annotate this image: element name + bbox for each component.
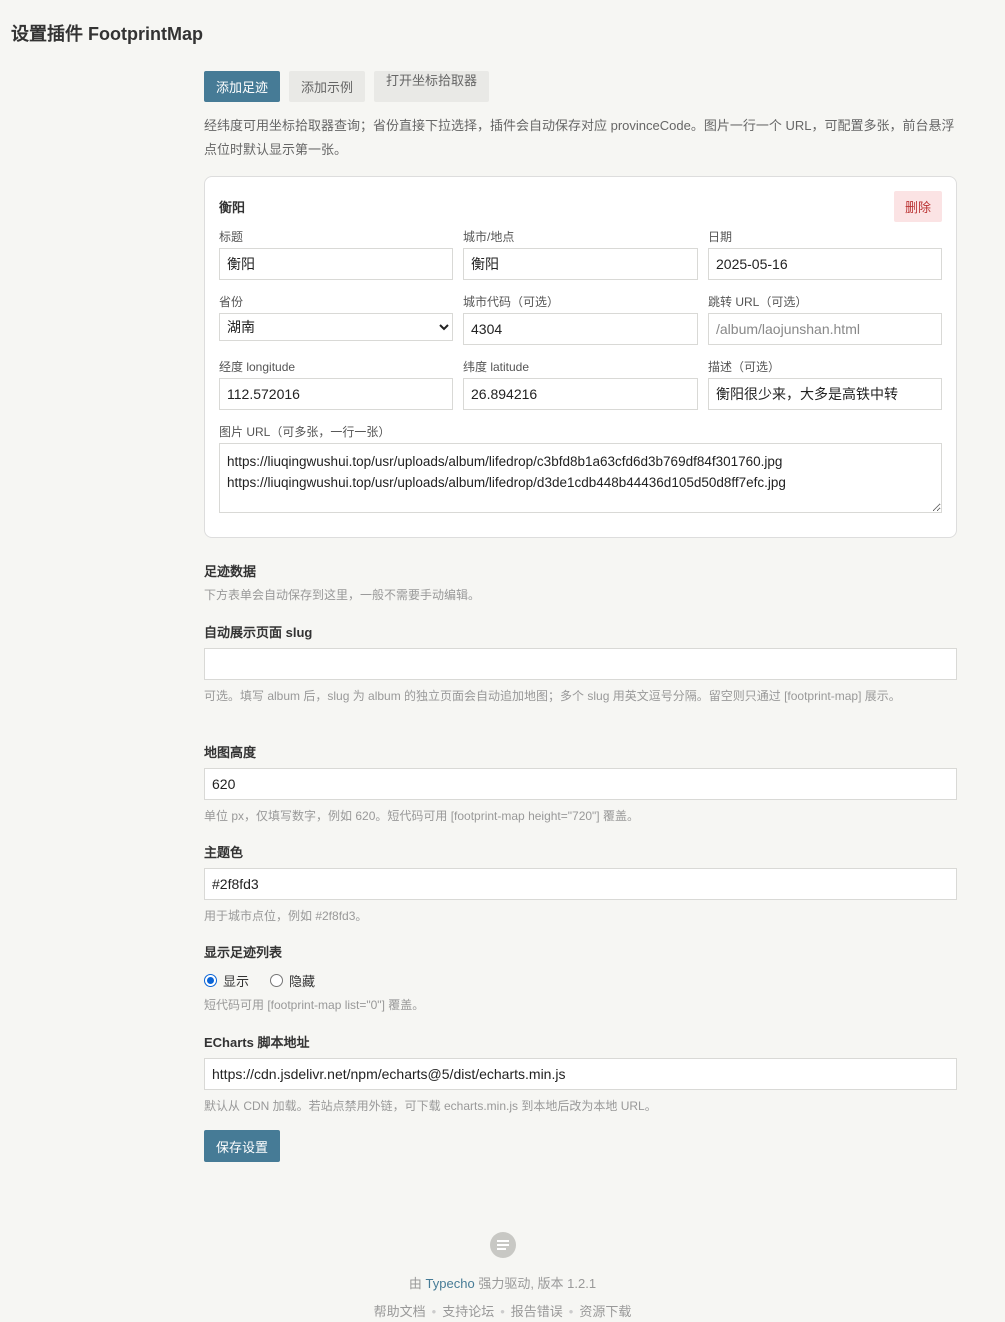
slug-desc: 可选。填写 album 后，slug 为 album 的独立页面会自动追加地图；… [204, 689, 901, 703]
longitude-label: 经度 longitude [219, 360, 296, 374]
footprint-data-desc: 下方表单会自动保存到这里，一般不需要手动编辑。 [204, 588, 481, 602]
echarts-desc: 默认从 CDN 加载。若站点禁用外链，可下载 echarts.min.js 到本… [204, 1099, 657, 1113]
date-input[interactable] [708, 248, 942, 280]
open-coordinate-picker-button[interactable]: 打开坐标拾取器 [374, 71, 490, 102]
footprint-card: 衡阳 删除 标题 城市/地点 日期 省份 湖南 城 [204, 176, 957, 538]
save-settings-button[interactable]: 保存设置 [204, 1130, 281, 1162]
images-label: 图片 URL（可多张，一行一张） [219, 425, 391, 439]
delete-footprint-button[interactable]: 删除 [893, 191, 942, 222]
city-code-input[interactable] [463, 313, 698, 345]
echarts-title: ECharts 脚本地址 [204, 1035, 310, 1050]
page-title: 设置插件 FootprintMap [11, 24, 203, 44]
city-label: 城市/地点 [463, 230, 515, 244]
slug-input[interactable] [204, 648, 957, 680]
city-code-label: 城市代码（可选） [463, 295, 560, 309]
powered-suffix: 强力驱动, 版本 1.2.1 [478, 1276, 597, 1291]
latitude-label: 纬度 latitude [463, 360, 530, 374]
support-forum-link[interactable]: 支持论坛 [442, 1304, 494, 1319]
show-list-radio-group: 显示 隐藏 [204, 970, 315, 990]
add-footprint-button[interactable]: 添加足迹 [204, 71, 281, 102]
title-label: 标题 [219, 230, 244, 244]
downloads-link[interactable]: 资源下载 [579, 1304, 631, 1319]
footer: 由 Typecho 强力驱动, 版本 1.2.1 帮助文档 • 支持论坛 • 报告错误 •… [0, 1232, 1005, 1320]
report-bug-link[interactable]: 报告错误 [511, 1304, 563, 1319]
longitude-input[interactable] [219, 378, 453, 410]
hide-radio-label[interactable]: 隐藏 [289, 971, 315, 990]
typecho-logo-icon [489, 1232, 516, 1258]
footprint-data-title: 足迹数据 [204, 564, 257, 579]
link-url-input[interactable] [708, 313, 942, 345]
show-radio[interactable] [204, 973, 217, 987]
show-list-title: 显示足迹列表 [204, 945, 283, 960]
intro-text: 经纬度可用坐标拾取器查询；省份直接下拉选择，插件会自动保存对应 province… [204, 118, 955, 157]
footprint-card-title: 衡阳 [219, 200, 246, 215]
description-input[interactable] [708, 378, 942, 410]
title-input[interactable] [219, 248, 453, 280]
province-label: 省份 [219, 295, 244, 309]
date-label: 日期 [708, 230, 733, 244]
echarts-url-input[interactable] [204, 1058, 957, 1090]
plugin-settings-form: 添加足迹 添加示例 打开坐标拾取器 经纬度可用坐标拾取器查询；省份直接下拉选择，… [204, 71, 957, 538]
theme-color-title: 主题色 [204, 845, 244, 860]
map-height-input[interactable] [204, 768, 957, 800]
province-select[interactable]: 湖南 [219, 313, 453, 341]
add-example-button[interactable]: 添加示例 [289, 71, 366, 102]
theme-color-desc: 用于城市点位，例如 #2f8fd3。 [204, 909, 368, 923]
theme-color-input[interactable] [204, 868, 957, 900]
show-list-desc: 短代码可用 [footprint-map list="0"] 覆盖。 [204, 998, 425, 1012]
slug-title: 自动展示页面 slug [204, 625, 313, 640]
images-textarea[interactable]: https://liuqingwushui.top/usr/uploads/al… [219, 443, 942, 513]
show-radio-label[interactable]: 显示 [223, 971, 249, 990]
toolbar: 添加足迹 添加示例 打开坐标拾取器 [204, 71, 957, 102]
link-url-label: 跳转 URL（可选） [708, 295, 808, 309]
description-label: 描述（可选） [708, 360, 781, 374]
powered-prefix: 由 [408, 1276, 422, 1291]
hide-radio[interactable] [270, 973, 284, 987]
latitude-input[interactable] [463, 378, 698, 410]
map-height-desc: 单位 px，仅填写数字，例如 620。短代码可用 [footprint-map … [204, 809, 639, 823]
footer-links: 帮助文档 • 支持论坛 • 报告错误 • 资源下载 [373, 1304, 632, 1319]
map-height-title: 地图高度 [204, 745, 257, 760]
city-input[interactable] [463, 248, 698, 280]
powered-by: 由 Typecho 强力驱动, 版本 1.2.1 [0, 1273, 1005, 1292]
typecho-link[interactable]: Typecho [426, 1276, 475, 1291]
help-docs-link[interactable]: 帮助文档 [374, 1304, 426, 1319]
